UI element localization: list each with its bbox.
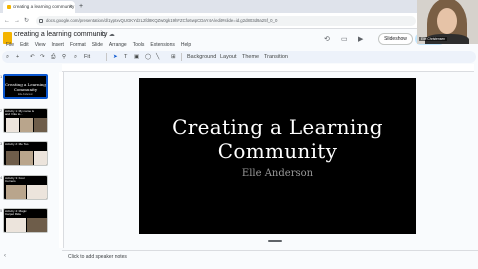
menu-edit[interactable]: Edit	[20, 40, 29, 50]
select-tool-icon[interactable]: ➤	[113, 51, 118, 63]
menu-slide[interactable]: Slide	[92, 40, 103, 50]
transition-button[interactable]: Transition	[264, 51, 288, 63]
close-tab-icon[interactable]: ×	[69, 1, 72, 13]
reload-button[interactable]: ↻	[24, 16, 29, 26]
url-input[interactable]: docs.google.com/presentation/d/1ypIxvQUG…	[36, 16, 416, 26]
zoom-select[interactable]: Fit	[84, 51, 90, 63]
slide-thumbnail-3[interactable]: Activity 2: Me Too	[3, 141, 48, 166]
menu-arrange[interactable]: Arrange	[109, 40, 127, 50]
cloud-status-icon[interactable]: ☁	[109, 32, 118, 38]
menu-file[interactable]: File	[6, 40, 14, 50]
slideshow-button[interactable]: Slideshow	[378, 33, 413, 45]
menu-format[interactable]: Format	[70, 40, 86, 50]
add-comment-icon[interactable]: ⊞	[171, 51, 176, 63]
slide-number: 1	[0, 74, 3, 79]
shape-icon[interactable]: ◯	[145, 51, 151, 63]
thumbnail-title: Activity 1: My name is and I like to...	[5, 109, 35, 117]
slide-thumbnail-5[interactable]: Activity 4: Magic Carpet Ride	[3, 208, 48, 233]
thumbnail-photos	[6, 185, 47, 199]
paint-format-icon[interactable]: ⚲	[62, 51, 66, 63]
meet-camera-icon[interactable]: ▶	[358, 35, 363, 45]
comments-icon[interactable]: ▭	[341, 35, 348, 45]
slide-number: 4	[0, 175, 3, 180]
menu-help[interactable]: Help	[181, 40, 191, 50]
webcam-overlay: Elle Christensen	[417, 0, 478, 44]
speaker-notes[interactable]: Click to add speaker notes	[62, 250, 478, 269]
undo-icon[interactable]: ↶	[30, 51, 35, 63]
speaker-notes-placeholder: Click to add speaker notes	[68, 254, 127, 260]
browser-tab-bar: creating a learning community × +	[0, 0, 478, 13]
slide-thumbnail-4[interactable]: Activity 3: Four Corners	[3, 175, 48, 200]
toolbar-divider	[106, 53, 107, 61]
move-icon[interactable]: ⧉	[101, 32, 108, 38]
menu-view[interactable]: View	[35, 40, 46, 50]
menu-bar: File Edit View Insert Format Slide Arran…	[6, 40, 191, 50]
filmstrip-panel: 1 Creating a Learning Community Elle And…	[0, 65, 58, 247]
forward-button[interactable]: →	[14, 16, 20, 26]
slides-favicon-icon	[7, 5, 11, 9]
new-slide-button[interactable]: +	[16, 51, 19, 63]
menu-insert[interactable]: Insert	[51, 40, 64, 50]
slide-title[interactable]: Creating a Learning Community	[139, 115, 416, 163]
thumbnail-photos	[6, 151, 47, 165]
new-tab-button[interactable]: +	[79, 1, 83, 12]
editing-toolbar: ⌕ + ↶ ↷ ⎙ ⚲ ⌕ Fit ➤ T ▣ ◯ ╲ ⊞ Background…	[2, 51, 476, 63]
address-bar-row: ← → ↻ docs.google.com/presentation/d/1yp…	[0, 13, 478, 29]
browser-tab[interactable]: creating a learning community ×	[3, 1, 75, 13]
thumbnail-title: Activity 4: Magic Carpet Ride	[5, 209, 27, 217]
thumbnail-title: Activity 3: Four Corners	[5, 176, 25, 184]
zoom-icon[interactable]: ⌕	[74, 51, 77, 63]
print-icon[interactable]: ⎙	[51, 51, 55, 63]
slide-thumbnail-1[interactable]: Creating a Learning Community Elle Ander…	[3, 74, 48, 99]
thumbnail-title: Activity 2: Me Too	[5, 142, 29, 146]
slide-number: 5	[0, 208, 3, 213]
background-button[interactable]: Background	[187, 51, 216, 63]
vertical-ruler	[59, 72, 64, 248]
title-icons: ☆⧉☁	[93, 30, 118, 40]
docs-header: creating a learning community ☆⧉☁ File E…	[0, 29, 478, 51]
slide-number: 3	[0, 141, 3, 146]
insert-image-icon[interactable]: ▣	[134, 51, 139, 63]
lock-icon	[39, 19, 43, 23]
tab-title: creating a learning community	[13, 4, 75, 9]
thumbnail-photos	[6, 118, 47, 132]
text-box-icon[interactable]: T	[124, 51, 127, 63]
menu-tools[interactable]: Tools	[133, 40, 145, 50]
webcam-name-label: Elle Christensen	[419, 37, 448, 41]
url-text: docs.google.com/presentation/d/1ypIxvQUG…	[46, 18, 278, 23]
thumbnail-photos	[6, 218, 47, 232]
back-button[interactable]: ←	[4, 16, 10, 26]
toolbar-divider	[181, 53, 182, 61]
slide-thumbnail-2[interactable]: Activity 1: My name is and I like to...	[3, 108, 48, 133]
search-menus-icon[interactable]: ⌕	[6, 51, 9, 63]
collapse-panel-icon[interactable]: ‹	[4, 253, 6, 259]
slide-subtitle[interactable]: Elle Anderson	[139, 168, 416, 180]
menu-extensions[interactable]: Extensions	[150, 40, 174, 50]
history-icon[interactable]: ⟲	[324, 35, 330, 45]
line-icon[interactable]: ╲	[156, 51, 159, 63]
notes-resize-handle[interactable]	[268, 240, 282, 242]
horizontal-ruler	[62, 64, 474, 72]
slide-number: 2	[0, 108, 3, 113]
thumbnail-subtitle: Elle Anderson	[18, 93, 33, 96]
slide-canvas[interactable]: Creating a Learning Community Elle Ander…	[139, 78, 416, 234]
person-face	[437, 8, 457, 34]
theme-button[interactable]: Theme	[242, 51, 259, 63]
thumbnail-title: Creating a Learning Community	[5, 82, 46, 92]
redo-icon[interactable]: ↷	[40, 51, 45, 63]
layout-button[interactable]: Layout	[220, 51, 237, 63]
